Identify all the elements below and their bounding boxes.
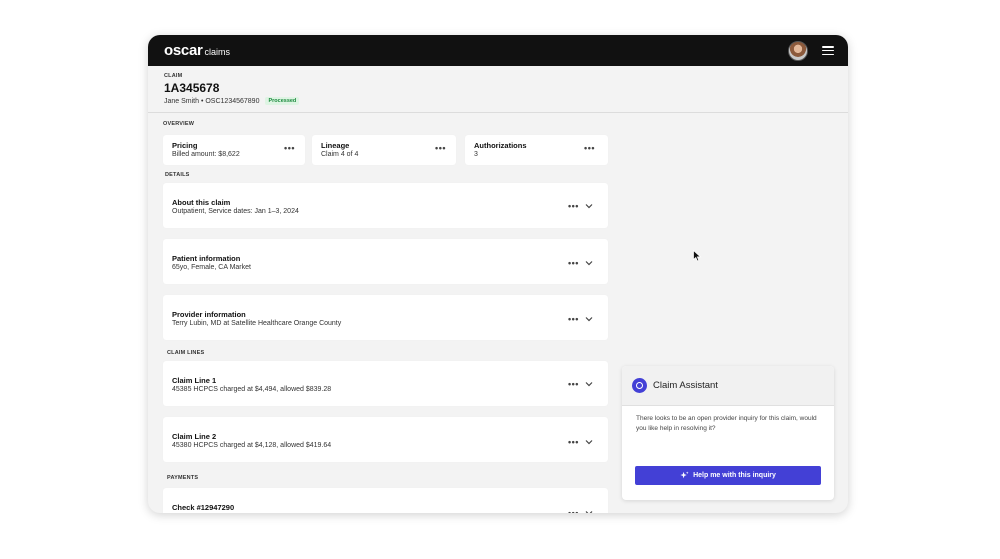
card-title: Lineage [321, 141, 350, 150]
claim-kicker: CLAIM [164, 73, 183, 79]
claim-meta-row: Jane Smith • OSC1234567890 Processed [164, 97, 848, 105]
chevron-down-icon[interactable] [585, 381, 593, 387]
claim-line-card[interactable]: Claim Line 1 45385 HCPCS charged at $4,4… [163, 361, 608, 406]
status-badge: Processed [265, 97, 300, 105]
top-bar-actions [788, 40, 834, 61]
pricing-card[interactable]: Pricing Billed amount: $8,622 ••• [163, 135, 305, 165]
help-inquiry-button[interactable]: Help me with this inquiry [635, 466, 821, 485]
brand-sub: claims [204, 47, 231, 57]
chevron-down-icon[interactable] [585, 510, 593, 513]
card-subtitle: 3 [474, 151, 478, 158]
card-title: Check #12947290 [172, 503, 235, 512]
app-window: oscar claims CLAIM 1A345678 Jane Smith •… [148, 35, 848, 513]
sparkle-icon [680, 471, 689, 479]
claim-line-card[interactable]: Claim Line 2 45380 HCPCS charged at $4,1… [163, 417, 608, 462]
card-subtitle: 45380 HCPCS charged at $4,128, allowed $… [172, 442, 332, 449]
payment-card[interactable]: Check #12947290 ••• [163, 488, 608, 513]
brand-name: oscar [164, 42, 203, 59]
mouse-cursor-icon [693, 250, 702, 262]
claim-id: 1A345678 [164, 81, 220, 95]
hamburger-menu-icon[interactable] [822, 46, 834, 55]
card-subtitle: Claim 4 of 4 [321, 151, 359, 158]
avatar[interactable] [788, 40, 808, 61]
patient-info-card[interactable]: Patient information 65yo, Female, CA Mar… [163, 239, 608, 284]
about-claim-card[interactable]: About this claim Outpatient, Service dat… [163, 183, 608, 228]
assistant-title: Claim Assistant [653, 380, 718, 391]
card-title: Authorizations [474, 141, 527, 150]
chevron-down-icon[interactable] [585, 260, 593, 266]
top-bar: oscar claims [148, 35, 848, 66]
provider-info-card[interactable]: Provider information Terry Lubin, MD at … [163, 295, 608, 340]
authorizations-card[interactable]: Authorizations 3 ••• [465, 135, 608, 165]
more-icon[interactable]: ••• [584, 144, 595, 153]
help-inquiry-button-label: Help me with this inquiry [693, 472, 776, 479]
more-icon[interactable]: ••• [568, 259, 579, 268]
chevron-down-icon[interactable] [585, 316, 593, 322]
claim-lines-label: CLAIM LINES [167, 350, 205, 356]
card-title: Pricing [172, 141, 198, 150]
card-subtitle: 65yo, Female, CA Market [172, 264, 251, 271]
chevron-down-icon[interactable] [585, 439, 593, 445]
claim-meta: Jane Smith • OSC1234567890 [164, 97, 260, 105]
more-icon[interactable]: ••• [568, 509, 579, 514]
claim-assistant-panel: Claim Assistant There looks to be an ope… [622, 366, 834, 500]
card-title: Claim Line 2 [172, 432, 217, 441]
more-icon[interactable]: ••• [568, 315, 579, 324]
overview-label: OVERVIEW [163, 121, 195, 127]
brand-logo[interactable]: oscar claims [164, 42, 230, 59]
card-title: Provider information [172, 310, 246, 319]
lineage-card[interactable]: Lineage Claim 4 of 4 ••• [312, 135, 456, 165]
card-subtitle: 45385 HCPCS charged at $4,494, allowed $… [172, 386, 332, 393]
assistant-message: There looks to be an open provider inqui… [636, 415, 817, 432]
more-icon[interactable]: ••• [284, 144, 295, 153]
card-subtitle: Outpatient, Service dates: Jan 1–3, 2024 [172, 208, 299, 215]
card-title: About this claim [172, 198, 231, 207]
more-icon[interactable]: ••• [435, 144, 446, 153]
payments-label: PAYMENTS [167, 475, 199, 481]
chevron-down-icon[interactable] [585, 203, 593, 209]
more-icon[interactable]: ••• [568, 438, 579, 447]
card-subtitle: Terry Lubin, MD at Satellite Healthcare … [172, 320, 342, 327]
card-subtitle: Billed amount: $8,622 [172, 151, 240, 158]
card-title: Patient information [172, 254, 241, 263]
more-icon[interactable]: ••• [568, 202, 579, 211]
card-title: Claim Line 1 [172, 376, 217, 385]
details-label: DETAILS [165, 172, 190, 178]
more-icon[interactable]: ••• [568, 380, 579, 389]
claim-header: CLAIM 1A345678 Jane Smith • OSC123456789… [148, 66, 848, 113]
assistant-logo-icon [632, 378, 647, 393]
assistant-header: Claim Assistant [622, 366, 834, 406]
